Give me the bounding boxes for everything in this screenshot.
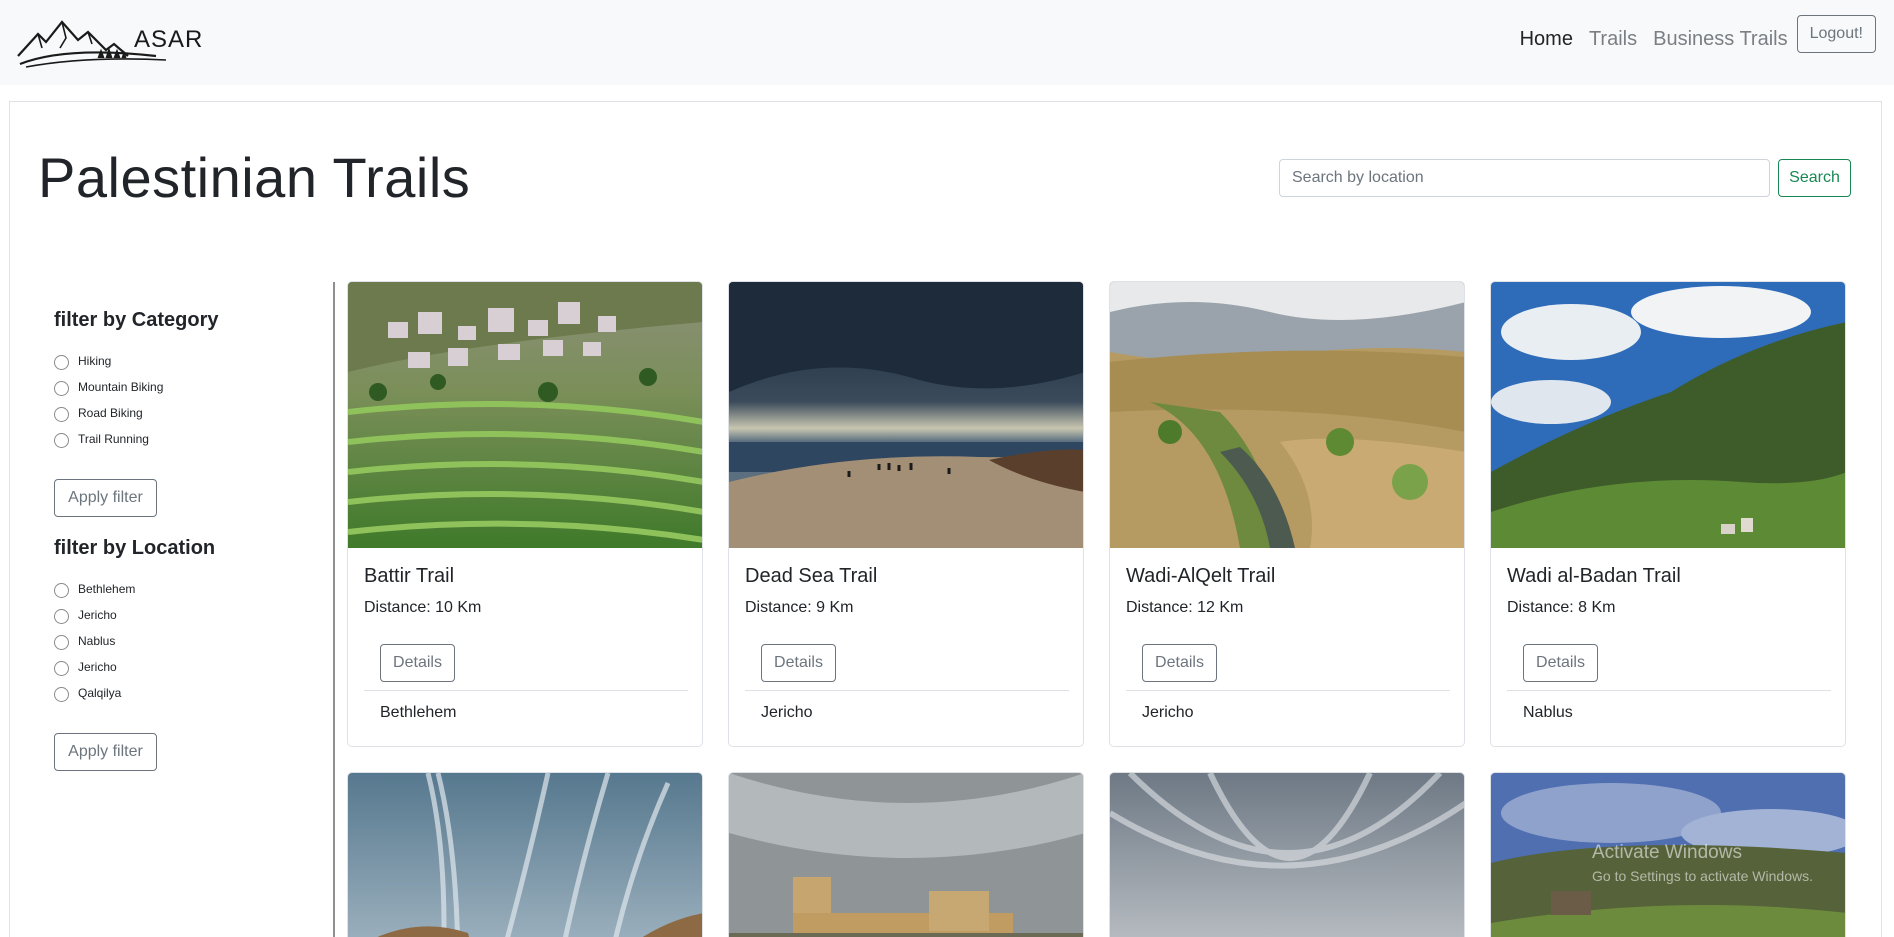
trail-image[interactable]: [348, 282, 702, 548]
radio-button[interactable]: [54, 661, 69, 676]
location-option-bethlehem[interactable]: Bethlehem: [54, 580, 135, 598]
trail-card: Wadi al-Badan Trail Distance: 8 Km Detai…: [1490, 281, 1846, 747]
radio-button[interactable]: [54, 381, 69, 396]
location-option-jericho[interactable]: Jericho: [54, 606, 117, 624]
location-option-qalqilya[interactable]: Qalqilya: [54, 684, 121, 702]
card-divider: [1126, 690, 1450, 691]
trail-image[interactable]: [1109, 772, 1465, 937]
search-button[interactable]: Search: [1778, 159, 1851, 197]
brand-logo[interactable]: ASAR: [16, 18, 202, 68]
location-filter-heading: filter by Location: [54, 537, 216, 559]
navbar: ASAR Home Trails Business Trails Logout!: [0, 0, 1894, 85]
trail-distance: Distance: 10 Km: [364, 599, 482, 616]
trail-image[interactable]: [347, 772, 703, 937]
brand-name: ASAR: [134, 26, 204, 53]
trail-distance: Distance: 9 Km: [745, 599, 854, 616]
trail-image[interactable]: [728, 772, 1084, 937]
radio-button[interactable]: [54, 687, 69, 702]
trail-image[interactable]: [1110, 282, 1464, 548]
trail-name: Dead Sea Trail: [745, 565, 878, 587]
radio-button[interactable]: [54, 583, 69, 598]
apply-category-filter-button[interactable]: Apply filter: [54, 479, 157, 517]
radio-button[interactable]: [54, 355, 69, 370]
details-button[interactable]: Details: [380, 644, 455, 682]
apply-location-filter-button[interactable]: Apply filter: [54, 733, 157, 771]
category-option-mountain-biking[interactable]: Mountain Biking: [54, 378, 163, 396]
category-option-road-biking[interactable]: Road Biking: [54, 404, 143, 422]
watermark-title: Activate Windows: [1592, 842, 1742, 863]
details-button[interactable]: Details: [1142, 644, 1217, 682]
category-option-hiking[interactable]: Hiking: [54, 352, 111, 370]
trail-name: Wadi al-Badan Trail: [1507, 565, 1681, 587]
radio-button[interactable]: [54, 609, 69, 624]
location-option-nablus[interactable]: Nablus: [54, 632, 115, 650]
trail-card: Battir Trail Distance: 10 Km Details Bet…: [347, 281, 703, 747]
watermark-subtitle: Go to Settings to activate Windows.: [1592, 868, 1813, 884]
trail-name: Battir Trail: [364, 565, 455, 587]
filter-sidebar: [0, 280, 334, 937]
trail-location: Jericho: [1142, 704, 1194, 721]
details-button[interactable]: Details: [761, 644, 836, 682]
activation-watermark: Activate Windows Go to Settings to activ…: [1592, 842, 1813, 884]
location-option-jericho[interactable]: Jericho: [54, 658, 117, 676]
nav-links: Home Trails Business Trails Logout!: [1504, 15, 1876, 63]
card-divider: [1507, 690, 1831, 691]
trail-location: Jericho: [761, 704, 813, 721]
trail-image[interactable]: [1491, 282, 1845, 548]
sidebar-divider: [333, 282, 335, 937]
trail-name: Wadi-AlQelt Trail: [1126, 565, 1276, 587]
trail-distance: Distance: 12 Km: [1126, 599, 1244, 616]
details-button[interactable]: Details: [1523, 644, 1598, 682]
trail-distance: Distance: 8 Km: [1507, 599, 1616, 616]
trail-location: Nablus: [1523, 704, 1573, 721]
card-divider: [745, 690, 1069, 691]
nav-link-home[interactable]: Home: [1520, 15, 1573, 63]
trail-location: Bethlehem: [380, 704, 457, 721]
card-divider: [364, 690, 688, 691]
trail-image[interactable]: [729, 282, 1083, 548]
radio-button[interactable]: [54, 433, 69, 448]
logout-button[interactable]: Logout!: [1796, 15, 1876, 53]
category-filter-heading: filter by Category: [54, 309, 219, 331]
search-input[interactable]: [1279, 159, 1770, 197]
trail-card: Dead Sea Trail Distance: 9 Km Details Je…: [728, 281, 1084, 747]
category-option-trail-running[interactable]: Trail Running: [54, 430, 149, 448]
trail-card: Wadi-AlQelt Trail Distance: 12 Km Detail…: [1109, 281, 1465, 747]
radio-button[interactable]: [54, 407, 69, 422]
nav-link-business-trails[interactable]: Business Trails: [1653, 15, 1788, 63]
nav-link-trails[interactable]: Trails: [1589, 15, 1637, 63]
radio-button[interactable]: [54, 635, 69, 650]
page-title: Palestinian Trails: [38, 146, 471, 209]
